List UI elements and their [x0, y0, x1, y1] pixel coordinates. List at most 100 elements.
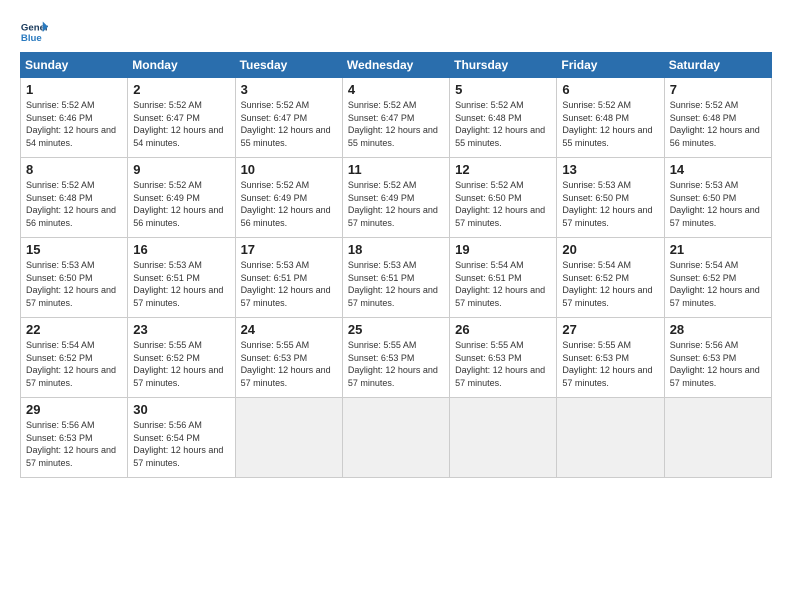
- day-info: Sunrise: 5:52 AMSunset: 6:47 PMDaylight:…: [348, 99, 445, 149]
- calendar-table: SundayMondayTuesdayWednesdayThursdayFrid…: [20, 52, 772, 478]
- day-info: Sunrise: 5:56 AMSunset: 6:53 PMDaylight:…: [26, 419, 123, 469]
- day-info: Sunrise: 5:52 AMSunset: 6:49 PMDaylight:…: [241, 179, 338, 229]
- day-number: 18: [348, 242, 445, 257]
- day-info: Sunrise: 5:55 AMSunset: 6:53 PMDaylight:…: [348, 339, 445, 389]
- calendar-cell: 15 Sunrise: 5:53 AMSunset: 6:50 PMDaylig…: [21, 238, 128, 318]
- calendar-cell: 6 Sunrise: 5:52 AMSunset: 6:48 PMDayligh…: [557, 78, 664, 158]
- calendar-cell: 20 Sunrise: 5:54 AMSunset: 6:52 PMDaylig…: [557, 238, 664, 318]
- calendar-cell: 4 Sunrise: 5:52 AMSunset: 6:47 PMDayligh…: [342, 78, 449, 158]
- calendar-cell: 2 Sunrise: 5:52 AMSunset: 6:47 PMDayligh…: [128, 78, 235, 158]
- day-info: Sunrise: 5:55 AMSunset: 6:53 PMDaylight:…: [562, 339, 659, 389]
- day-info: Sunrise: 5:52 AMSunset: 6:47 PMDaylight:…: [133, 99, 230, 149]
- calendar-week-2: 15 Sunrise: 5:53 AMSunset: 6:50 PMDaylig…: [21, 238, 772, 318]
- day-number: 9: [133, 162, 230, 177]
- day-number: 6: [562, 82, 659, 97]
- calendar-body: 1 Sunrise: 5:52 AMSunset: 6:46 PMDayligh…: [21, 78, 772, 478]
- day-number: 2: [133, 82, 230, 97]
- calendar-cell: 30 Sunrise: 5:56 AMSunset: 6:54 PMDaylig…: [128, 398, 235, 478]
- calendar-cell: 21 Sunrise: 5:54 AMSunset: 6:52 PMDaylig…: [664, 238, 771, 318]
- calendar-cell: 22 Sunrise: 5:54 AMSunset: 6:52 PMDaylig…: [21, 318, 128, 398]
- day-number: 3: [241, 82, 338, 97]
- day-info: Sunrise: 5:55 AMSunset: 6:52 PMDaylight:…: [133, 339, 230, 389]
- header-tuesday: Tuesday: [235, 53, 342, 78]
- day-number: 28: [670, 322, 767, 337]
- calendar-cell: 17 Sunrise: 5:53 AMSunset: 6:51 PMDaylig…: [235, 238, 342, 318]
- day-info: Sunrise: 5:54 AMSunset: 6:52 PMDaylight:…: [562, 259, 659, 309]
- day-number: 22: [26, 322, 123, 337]
- day-number: 17: [241, 242, 338, 257]
- calendar-header-row: SundayMondayTuesdayWednesdayThursdayFrid…: [21, 53, 772, 78]
- calendar-cell: [235, 398, 342, 478]
- header-wednesday: Wednesday: [342, 53, 449, 78]
- day-number: 8: [26, 162, 123, 177]
- day-info: Sunrise: 5:53 AMSunset: 6:50 PMDaylight:…: [670, 179, 767, 229]
- calendar-cell: 23 Sunrise: 5:55 AMSunset: 6:52 PMDaylig…: [128, 318, 235, 398]
- calendar-cell: 7 Sunrise: 5:52 AMSunset: 6:48 PMDayligh…: [664, 78, 771, 158]
- day-number: 23: [133, 322, 230, 337]
- calendar-cell: [664, 398, 771, 478]
- day-info: Sunrise: 5:52 AMSunset: 6:46 PMDaylight:…: [26, 99, 123, 149]
- calendar-cell: 18 Sunrise: 5:53 AMSunset: 6:51 PMDaylig…: [342, 238, 449, 318]
- calendar-cell: [557, 398, 664, 478]
- calendar-week-1: 8 Sunrise: 5:52 AMSunset: 6:48 PMDayligh…: [21, 158, 772, 238]
- calendar-cell: 3 Sunrise: 5:52 AMSunset: 6:47 PMDayligh…: [235, 78, 342, 158]
- day-number: 11: [348, 162, 445, 177]
- day-info: Sunrise: 5:52 AMSunset: 6:48 PMDaylight:…: [26, 179, 123, 229]
- calendar-cell: 11 Sunrise: 5:52 AMSunset: 6:49 PMDaylig…: [342, 158, 449, 238]
- day-number: 5: [455, 82, 552, 97]
- calendar-cell: 27 Sunrise: 5:55 AMSunset: 6:53 PMDaylig…: [557, 318, 664, 398]
- calendar-cell: 12 Sunrise: 5:52 AMSunset: 6:50 PMDaylig…: [450, 158, 557, 238]
- calendar-cell: 13 Sunrise: 5:53 AMSunset: 6:50 PMDaylig…: [557, 158, 664, 238]
- calendar-cell: 29 Sunrise: 5:56 AMSunset: 6:53 PMDaylig…: [21, 398, 128, 478]
- calendar-cell: 9 Sunrise: 5:52 AMSunset: 6:49 PMDayligh…: [128, 158, 235, 238]
- calendar-cell: 5 Sunrise: 5:52 AMSunset: 6:48 PMDayligh…: [450, 78, 557, 158]
- calendar-cell: [450, 398, 557, 478]
- calendar-cell: 16 Sunrise: 5:53 AMSunset: 6:51 PMDaylig…: [128, 238, 235, 318]
- day-info: Sunrise: 5:55 AMSunset: 6:53 PMDaylight:…: [241, 339, 338, 389]
- day-number: 27: [562, 322, 659, 337]
- calendar-week-3: 22 Sunrise: 5:54 AMSunset: 6:52 PMDaylig…: [21, 318, 772, 398]
- day-number: 12: [455, 162, 552, 177]
- day-number: 25: [348, 322, 445, 337]
- day-info: Sunrise: 5:55 AMSunset: 6:53 PMDaylight:…: [455, 339, 552, 389]
- day-number: 14: [670, 162, 767, 177]
- calendar-cell: [342, 398, 449, 478]
- day-number: 24: [241, 322, 338, 337]
- day-info: Sunrise: 5:53 AMSunset: 6:50 PMDaylight:…: [26, 259, 123, 309]
- header-saturday: Saturday: [664, 53, 771, 78]
- calendar-cell: 10 Sunrise: 5:52 AMSunset: 6:49 PMDaylig…: [235, 158, 342, 238]
- day-number: 4: [348, 82, 445, 97]
- day-number: 20: [562, 242, 659, 257]
- day-info: Sunrise: 5:53 AMSunset: 6:51 PMDaylight:…: [241, 259, 338, 309]
- calendar-cell: 1 Sunrise: 5:52 AMSunset: 6:46 PMDayligh…: [21, 78, 128, 158]
- day-number: 19: [455, 242, 552, 257]
- day-info: Sunrise: 5:52 AMSunset: 6:48 PMDaylight:…: [455, 99, 552, 149]
- day-number: 7: [670, 82, 767, 97]
- day-number: 10: [241, 162, 338, 177]
- day-info: Sunrise: 5:54 AMSunset: 6:52 PMDaylight:…: [670, 259, 767, 309]
- header-monday: Monday: [128, 53, 235, 78]
- day-info: Sunrise: 5:53 AMSunset: 6:50 PMDaylight:…: [562, 179, 659, 229]
- calendar-cell: 19 Sunrise: 5:54 AMSunset: 6:51 PMDaylig…: [450, 238, 557, 318]
- day-number: 16: [133, 242, 230, 257]
- calendar-cell: 28 Sunrise: 5:56 AMSunset: 6:53 PMDaylig…: [664, 318, 771, 398]
- day-number: 21: [670, 242, 767, 257]
- svg-text:Blue: Blue: [21, 33, 42, 44]
- day-info: Sunrise: 5:52 AMSunset: 6:47 PMDaylight:…: [241, 99, 338, 149]
- calendar-cell: 8 Sunrise: 5:52 AMSunset: 6:48 PMDayligh…: [21, 158, 128, 238]
- calendar-cell: 25 Sunrise: 5:55 AMSunset: 6:53 PMDaylig…: [342, 318, 449, 398]
- calendar-cell: 14 Sunrise: 5:53 AMSunset: 6:50 PMDaylig…: [664, 158, 771, 238]
- day-number: 30: [133, 402, 230, 417]
- day-number: 1: [26, 82, 123, 97]
- day-number: 15: [26, 242, 123, 257]
- day-info: Sunrise: 5:52 AMSunset: 6:48 PMDaylight:…: [562, 99, 659, 149]
- day-info: Sunrise: 5:56 AMSunset: 6:53 PMDaylight:…: [670, 339, 767, 389]
- day-info: Sunrise: 5:53 AMSunset: 6:51 PMDaylight:…: [348, 259, 445, 309]
- day-number: 26: [455, 322, 552, 337]
- day-info: Sunrise: 5:56 AMSunset: 6:54 PMDaylight:…: [133, 419, 230, 469]
- calendar-week-4: 29 Sunrise: 5:56 AMSunset: 6:53 PMDaylig…: [21, 398, 772, 478]
- day-info: Sunrise: 5:53 AMSunset: 6:51 PMDaylight:…: [133, 259, 230, 309]
- logo: General Blue: [20, 18, 48, 46]
- day-number: 29: [26, 402, 123, 417]
- header-thursday: Thursday: [450, 53, 557, 78]
